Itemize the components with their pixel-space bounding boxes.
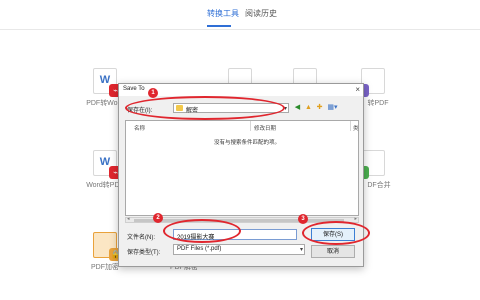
- column-name[interactable]: 名称: [134, 124, 145, 132]
- filename-label: 文件名(N):: [127, 235, 155, 241]
- pdf-merge-icon: [356, 150, 385, 179]
- filetype-label: 保存类型(T):: [127, 250, 161, 256]
- dialog-title: Save To: [123, 86, 145, 92]
- file-list[interactable]: 名称 修改日期 类 没有与搜索条件匹配的项。: [125, 120, 359, 216]
- image-to-pdf-icon: [356, 68, 385, 97]
- filetype-value: PDF Files (*.pdf): [177, 246, 222, 252]
- scroll-thumb[interactable]: [134, 219, 344, 222]
- filetype-dropdown[interactable]: PDF Files (*.pdf) ▾: [173, 244, 305, 255]
- cancel-button[interactable]: 取消: [311, 245, 355, 258]
- chevron-down-icon: ▾: [299, 247, 303, 253]
- annotation-ring-save-in: [125, 96, 285, 120]
- active-tab-indicator: [207, 25, 231, 27]
- column-modified-date[interactable]: 修改日期: [254, 124, 276, 132]
- pdf-to-word-icon: W ⌁: [93, 68, 122, 97]
- annotation-number-3: 3: [298, 214, 308, 224]
- tab-reading-history[interactable]: 阅读历史: [245, 8, 277, 19]
- view-menu-icon[interactable]: ▦▾: [326, 103, 339, 112]
- word-to-pdf-icon: W ⌁: [93, 150, 122, 179]
- new-folder-icon[interactable]: ✚: [315, 103, 324, 112]
- scroll-left-icon[interactable]: ◂: [127, 216, 130, 222]
- annotation-number-2: 2: [153, 213, 163, 223]
- annotation-ring-filename: [163, 219, 241, 243]
- close-icon[interactable]: ×: [355, 85, 360, 94]
- scroll-right-icon[interactable]: ▸: [354, 216, 357, 222]
- up-folder-icon[interactable]: ▲: [304, 103, 313, 112]
- pdf-encrypt-icon: 🔒: [93, 232, 122, 261]
- empty-message: 没有与搜索条件匹配的项。: [214, 140, 281, 146]
- annotation-ring-save-button: [302, 221, 370, 245]
- top-bar: 转换工具 阅读历史: [0, 0, 480, 30]
- column-type[interactable]: 类: [353, 124, 359, 132]
- tab-convert-tools[interactable]: 转换工具: [207, 8, 239, 19]
- annotation-number-1: 1: [148, 88, 158, 98]
- back-icon[interactable]: ◀: [293, 103, 302, 112]
